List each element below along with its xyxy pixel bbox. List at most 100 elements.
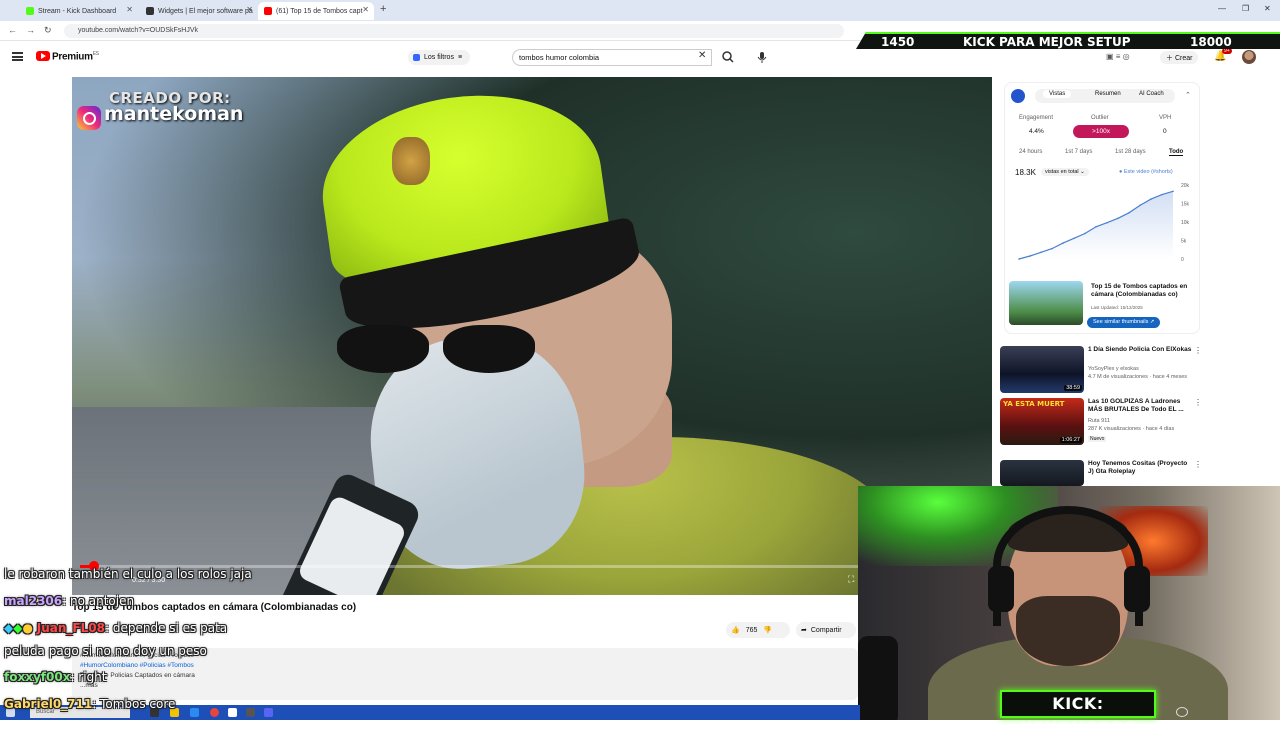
more-options-icon[interactable]: ⋮ [1194,460,1202,469]
recommendation-title[interactable]: Las 10 GOLPIZAS A Ladrones MÁS BRUTALES … [1088,398,1192,414]
thumbs-down-icon[interactable]: 👎 [763,626,772,634]
window-close-icon[interactable]: ✕ [1264,4,1271,13]
new-tab-button[interactable]: + [380,3,386,15]
share-label: Compartir [810,626,842,634]
instagram-handle: mantekoman [104,103,244,125]
search-icon[interactable] [720,49,736,65]
views-line-chart: 20k 15k 10k 5k 0 [1018,183,1190,263]
minimize-icon[interactable]: — [1218,4,1226,13]
url-field[interactable]: youtube.com/watch?v=OUDSkFsHJVk [64,24,844,38]
like-dislike-group[interactable]: 👍 765 👎 [726,622,790,638]
thumbnail-caption: YA ESTA MUERT [1003,400,1065,408]
widgets-favicon-icon [146,7,154,15]
fullscreen-icon[interactable]: ⛶ [848,574,854,585]
close-icon[interactable]: ✕ [362,5,369,14]
y-tick-label: 20k [1181,183,1190,189]
youtube-premium-logo[interactable]: PremiumES [52,51,99,62]
close-icon[interactable]: ✕ [126,5,133,14]
streamer-webcam [858,486,1280,720]
more-options-icon[interactable]: ⋮ [1194,398,1202,407]
extension-icon [413,54,420,61]
video-player[interactable]: CREADO POR: mantekoman 0:32 / 3:30 ⛶ [72,77,992,595]
chat-text: : Tombos core [92,697,176,711]
recommendation-item[interactable]: 38:59 1 Día Siendo Policia Con ElXokas Y… [1000,346,1202,394]
more-options-icon[interactable]: ⋮ [1194,346,1202,355]
tab-label: Stream - Kick Dashboard [38,7,117,15]
metric-outlier: >100x [1073,125,1129,138]
recommendation-channel[interactable]: Ruta 911 [1088,418,1110,424]
youtube-logo-icon[interactable] [36,51,50,61]
y-tick-label: 0 [1181,257,1184,263]
video-duration: 1:06:27 [1059,437,1082,443]
chrome-icon[interactable] [210,708,219,717]
thumbs-up-icon[interactable]: 👍 [731,626,740,634]
description-tag-links[interactable]: #HumorColombiano #Policias #Tombos [80,662,194,669]
browser-tab-youtube[interactable]: (61) Top 15 de Tombos capt ✕ [258,2,374,20]
banner-left-number: 1450 [881,35,915,49]
views-dropdown[interactable]: vistas en total ⌄ [1041,168,1089,176]
recommendation-item[interactable]: Hoy Tenemos Cositas (Proyecto J) Gta Rol… [1000,460,1202,486]
chat-message: Gabriel0_711: Tombos core [4,697,175,711]
metric-vph: 0 [1163,128,1167,135]
share-button[interactable]: ➦ Compartir [796,622,856,638]
recommendation-item[interactable]: YA ESTA MUERT 1:06:27 Las 10 GOLPIZAS A … [1000,398,1202,446]
obs-icon[interactable] [246,708,255,717]
last-updated-text: Last Updated: 15/12/2025 [1091,305,1143,310]
clear-search-icon[interactable]: ✕ [698,50,706,61]
chart-legend: ● Este video (#shorts) [1119,169,1173,175]
chart-point [1106,221,1108,224]
search-input[interactable]: tombos humor colombia [512,49,712,66]
tab-vistas[interactable]: Vistas [1043,90,1072,98]
chart-point [1095,226,1097,228]
chat-text: le robaron también el culo a los rolos j… [4,567,252,581]
recommendation-meta: 4.7 M de visualizaciones · hace 4 meses [1088,374,1188,380]
chevron-up-icon[interactable]: ⌃ [1185,91,1191,99]
browser-tab-widgets[interactable]: Widgets | El mejor software pa ✕ [140,2,258,20]
recommendation-thumbnail[interactable] [1000,460,1084,486]
extension-icons[interactable]: ▣ ≡ ◎ [1106,52,1130,61]
browser-tab-strip: Stream - Kick Dashboard ✕ Widgets | El m… [0,0,1280,21]
chart-point [1051,247,1053,250]
headset-right-cup [1124,566,1150,612]
edge-icon[interactable] [190,708,199,717]
analytics-logo-icon [1011,89,1025,103]
recommendation-thumbnail[interactable]: 38:59 [1000,346,1084,393]
recommendation-thumbnail[interactable]: YA ESTA MUERT 1:06:27 [1000,398,1084,445]
close-icon[interactable]: ✕ [246,5,253,14]
range-todo[interactable]: Todo [1169,149,1184,156]
browser-tab-kick[interactable]: Stream - Kick Dashboard ✕ [20,2,138,20]
store-icon[interactable] [228,708,237,717]
range-28d[interactable]: 1st 28 days [1115,149,1146,155]
chat-text: : right [70,670,107,684]
like-count: 765 [745,626,758,634]
recommendation-channel[interactable]: YoSoyPlex y elxokas [1088,366,1139,372]
microphone-icon[interactable] [754,49,770,65]
forward-icon[interactable]: → [26,25,35,35]
avatar[interactable] [1242,50,1256,64]
chat-username: foxxyf00x [4,670,71,684]
menu-icon[interactable] [12,52,23,61]
similar-thumbnails-button[interactable]: See similar thumbnails ➚ [1087,317,1161,328]
chart-point [1117,217,1119,220]
youtube-header: PremiumES Los filtros ≡ tombos humor col… [0,46,1280,70]
chart-point [1062,242,1064,244]
filters-chip[interactable]: Los filtros ≡ [408,50,470,65]
create-button[interactable]: ＋ Crear [1160,51,1199,64]
range-7d[interactable]: 1st 7 days [1065,149,1092,155]
tab-ai-coach[interactable]: AI Coach [1139,91,1164,97]
share-icon: ➦ [801,627,807,634]
youtube-favicon-icon [264,7,272,15]
tab-resumen[interactable]: Resumen [1095,91,1121,97]
range-24h[interactable]: 24 hours [1019,149,1042,155]
reload-icon[interactable]: ↻ [44,25,52,36]
maximize-icon[interactable]: ❐ [1242,4,1249,13]
video-thumbnail[interactable] [1009,281,1083,325]
headset-left-cup [988,566,1014,612]
camera-logo-icon [1176,707,1188,717]
recommendation-title[interactable]: 1 Día Siendo Policia Con ElXokas [1088,346,1192,354]
analytics-tabs: Vistas Resumen AI Coach [1035,89,1175,103]
discord-icon[interactable] [264,708,273,717]
kick-channel-badge: KICK: NEXONCODE [1000,690,1156,737]
recommendation-title[interactable]: Hoy Tenemos Cositas (Proyecto J) Gta Rol… [1088,460,1192,476]
back-icon[interactable]: ← [8,25,17,35]
